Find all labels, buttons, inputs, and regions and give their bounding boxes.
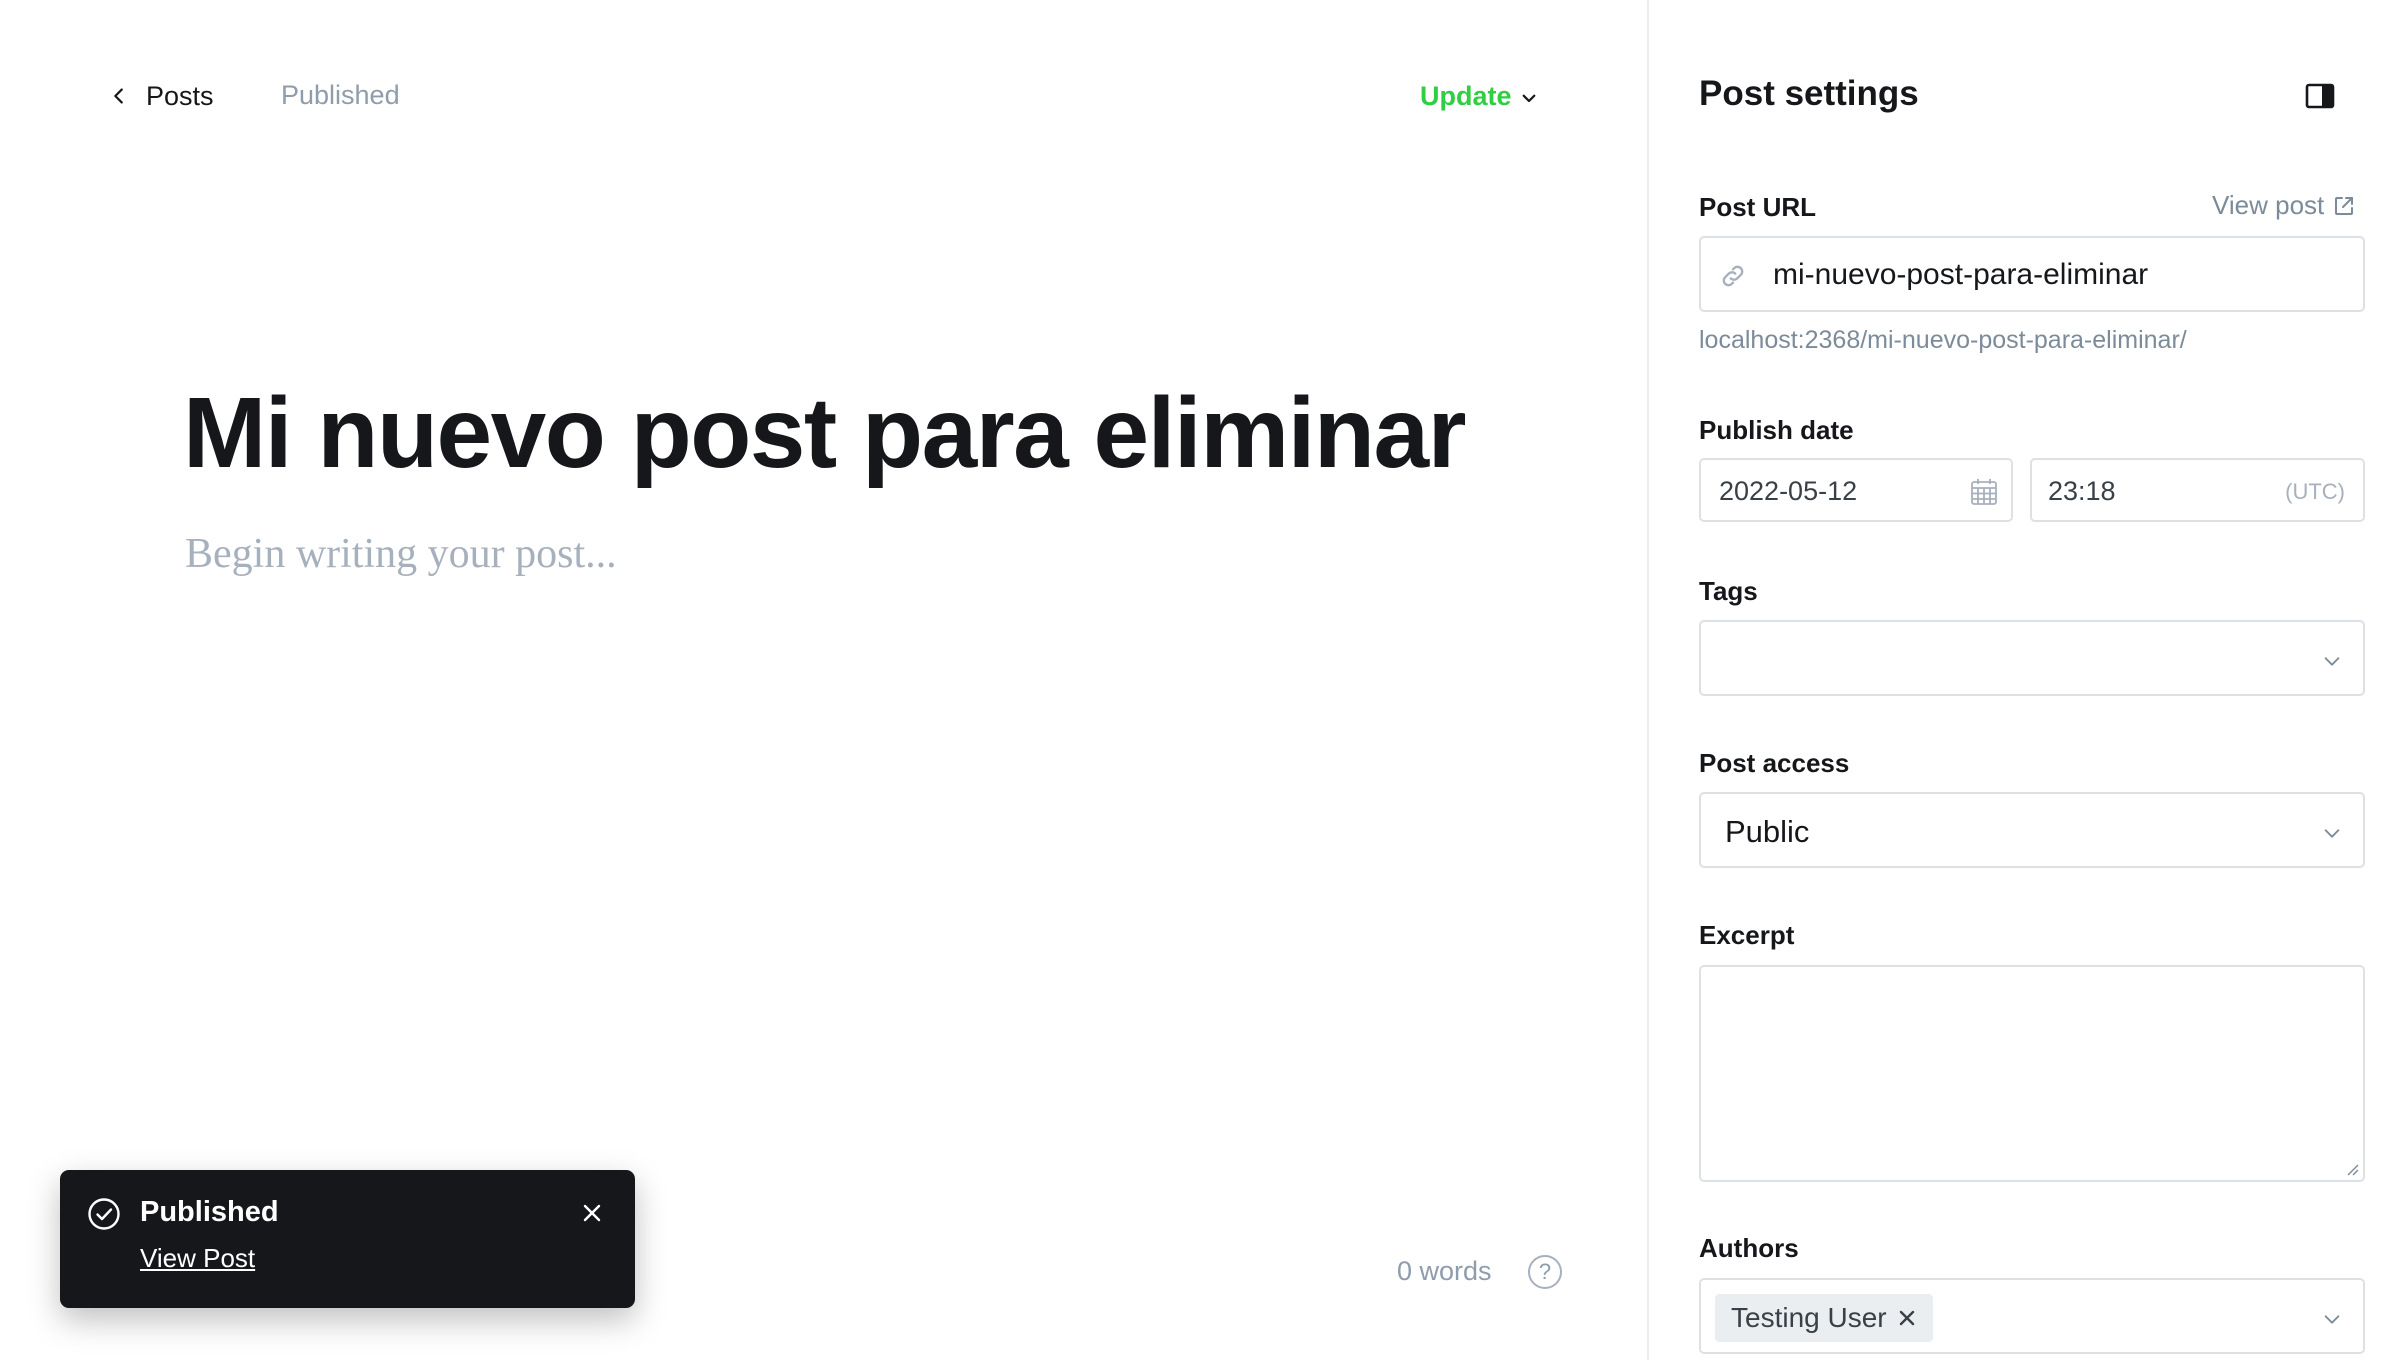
- check-circle-icon: [88, 1198, 120, 1230]
- chevron-down-icon: [2324, 657, 2340, 666]
- tags-label: Tags: [1699, 576, 1758, 606]
- settings-title: Post settings: [1699, 74, 1919, 113]
- post-url-full: localhost:2368/mi-nuevo-post-para-elimin…: [1699, 326, 2187, 354]
- tags-select[interactable]: [1699, 620, 2365, 696]
- close-icon: [583, 1204, 601, 1222]
- toast-view-post-link[interactable]: View Post: [140, 1243, 255, 1274]
- post-status-label: Published: [281, 80, 400, 110]
- update-button-label: Update: [1420, 80, 1512, 111]
- post-url-input[interactable]: mi-nuevo-post-para-eliminar: [1699, 236, 2365, 312]
- published-toast: Published View Post: [60, 1170, 635, 1308]
- sidebar-toggle-icon[interactable]: [2304, 80, 2336, 112]
- editor-pane: Posts Published Update Mi nuevo post par…: [0, 0, 1647, 1360]
- post-access-select[interactable]: Public: [1699, 792, 2365, 868]
- post-access-label: Post access: [1699, 748, 1850, 778]
- publish-date-input[interactable]: 2022-05-12: [1699, 458, 2013, 522]
- publish-date-value: 2022-05-12: [1719, 476, 1858, 506]
- post-body-editor[interactable]: Begin writing your post...: [185, 530, 617, 578]
- external-link-icon: [2335, 196, 2354, 215]
- chevron-down-icon: [2324, 829, 2340, 838]
- post-title-input[interactable]: Mi nuevo post para eliminar: [183, 378, 1483, 488]
- close-icon[interactable]: [1897, 1308, 1917, 1328]
- editor-topbar: Posts Published Update: [0, 0, 1647, 195]
- toast-title: Published: [140, 1196, 279, 1228]
- back-link-label: Posts: [146, 80, 214, 111]
- authors-select[interactable]: Testing User: [1699, 1278, 2365, 1354]
- help-icon[interactable]: ?: [1528, 1255, 1562, 1289]
- timezone-label: (UTC): [2285, 479, 2345, 504]
- toast-close-button[interactable]: [577, 1198, 607, 1228]
- post-url-value: mi-nuevo-post-para-eliminar: [1773, 258, 2149, 291]
- help-glyph: ?: [1538, 1259, 1552, 1284]
- chevron-down-icon: [2324, 1315, 2340, 1324]
- calendar-icon[interactable]: [1969, 477, 1999, 507]
- view-post-link[interactable]: View post: [2212, 190, 2356, 221]
- publish-time-input[interactable]: 23:18 (UTC): [2030, 458, 2365, 522]
- author-chip-label: Testing User: [1731, 1302, 1887, 1333]
- post-settings-panel: Post settings Post URL View post mi-nuev…: [1647, 0, 2400, 1360]
- excerpt-textarea[interactable]: [1699, 965, 2365, 1182]
- word-count: 0 words: [1397, 1256, 1492, 1286]
- publish-time-value: 23:18: [2048, 476, 2116, 506]
- authors-label: Authors: [1699, 1233, 1799, 1263]
- view-post-label: View post: [2212, 190, 2325, 220]
- back-to-posts-link[interactable]: Posts: [108, 76, 214, 116]
- excerpt-label: Excerpt: [1699, 920, 1795, 950]
- chevron-down-icon: [1522, 94, 1535, 103]
- update-button[interactable]: Update: [1420, 76, 1538, 116]
- link-icon: [1722, 265, 1744, 287]
- author-chip[interactable]: Testing User: [1715, 1294, 1933, 1342]
- resize-grip-icon[interactable]: [2345, 1162, 2359, 1176]
- publish-date-label: Publish date: [1699, 415, 1854, 445]
- post-access-value: Public: [1725, 814, 1810, 849]
- post-url-label: Post URL: [1699, 192, 1816, 222]
- chevron-left-icon: [114, 88, 123, 104]
